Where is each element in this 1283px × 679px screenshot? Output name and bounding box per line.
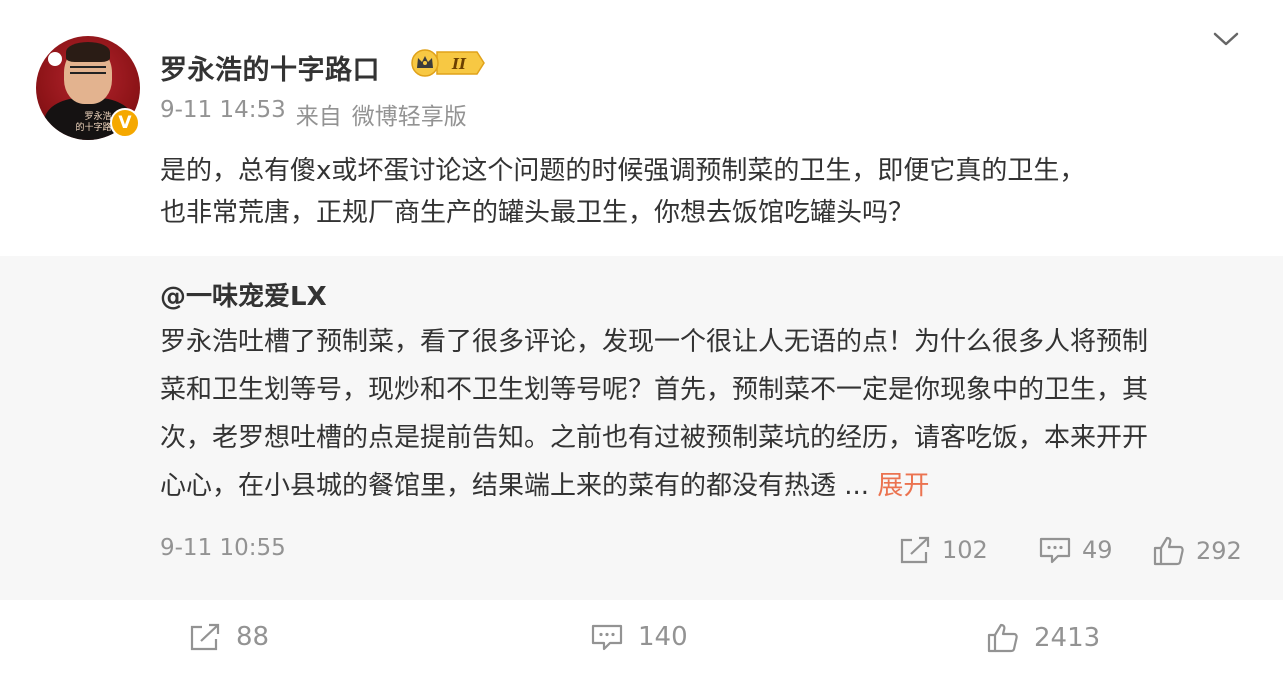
post-source[interactable]: 微博轻享版 bbox=[352, 97, 467, 131]
repost-repost-count: 102 bbox=[942, 536, 988, 564]
repost-comment-button[interactable]: 49 bbox=[1038, 535, 1113, 565]
post-meta: 9-11 14:53 来自 微博轻享版 bbox=[160, 97, 467, 131]
repost-like-count: 292 bbox=[1196, 537, 1242, 565]
like-button[interactable]: 2413 bbox=[986, 622, 1100, 654]
repost-icon bbox=[898, 535, 932, 565]
repost-time[interactable]: 9-11 10:55 bbox=[160, 535, 286, 561]
source-prefix: 来自 bbox=[295, 104, 342, 130]
author-name[interactable]: 罗永浩的十字路口 bbox=[160, 48, 380, 87]
comment-count: 140 bbox=[638, 622, 688, 652]
repost-repost-button[interactable]: 102 bbox=[898, 535, 988, 565]
like-count: 2413 bbox=[1034, 623, 1101, 653]
repost-text: 罗永浩吐槽了预制菜，看了很多评论，发现一个很让人无语的点！为什么很多人将预制 菜… bbox=[160, 327, 1149, 501]
repost-icon bbox=[188, 622, 222, 652]
repost-button[interactable]: 88 bbox=[188, 622, 269, 652]
comment-icon bbox=[590, 622, 624, 652]
repost-count: 88 bbox=[236, 622, 270, 652]
like-icon bbox=[1152, 535, 1186, 567]
weibo-post-card: 罗永浩 的十字路口 V 罗永浩的十字路口 II 9-11 14:53 来自 微博… bbox=[0, 0, 1283, 679]
repost-user-link[interactable]: @一味宠爱LX bbox=[160, 276, 327, 313]
expand-link[interactable]: 展开 bbox=[877, 471, 929, 501]
repost-like-button[interactable]: 292 bbox=[1152, 535, 1242, 567]
repost-comment-count: 49 bbox=[1082, 536, 1113, 564]
reposted-content[interactable]: @一味宠爱LX 罗永浩吐槽了预制菜，看了很多评论，发现一个很让人无语的点！为什么… bbox=[0, 256, 1283, 600]
vip-level-label: II bbox=[451, 55, 467, 73]
comment-icon bbox=[1038, 535, 1072, 565]
comment-button[interactable]: 140 bbox=[590, 622, 688, 652]
like-icon bbox=[986, 622, 1020, 654]
logo-pin-icon bbox=[48, 52, 62, 66]
verified-icon: V bbox=[110, 108, 140, 138]
vip-crown-icon[interactable]: II bbox=[409, 48, 485, 78]
post-text: 是的，总有傻x或坏蛋讨论这个问题的时候强调预制菜的卫生，即便它真的卫生， 也非常… bbox=[160, 156, 1086, 228]
post-date[interactable]: 9-11 14:53 bbox=[160, 97, 286, 131]
chevron-down-icon[interactable] bbox=[1211, 24, 1241, 54]
